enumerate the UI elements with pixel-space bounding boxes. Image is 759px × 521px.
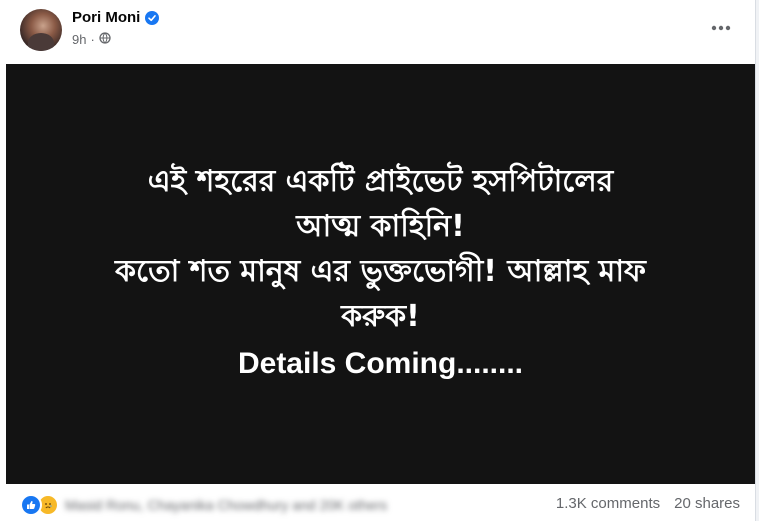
- more-options-icon[interactable]: [707, 16, 735, 40]
- post-image[interactable]: এই শহরের একটি প্রাইভেট হসপিটালের আত্ম কা…: [6, 64, 755, 484]
- image-text-line-4: করুক!: [341, 298, 420, 334]
- like-reaction-icon: [20, 494, 42, 516]
- comments-count[interactable]: 1.3K comments: [556, 495, 660, 512]
- post-time[interactable]: 9h: [72, 32, 86, 47]
- author-name-row: Pori Moni: [72, 9, 160, 26]
- image-text-line-1: এই শহরের একটি প্রাইভেট হসপিটালের: [147, 163, 614, 199]
- post-meta: 9h ·: [72, 32, 111, 47]
- author-name[interactable]: Pori Moni: [72, 9, 140, 26]
- post-image-text: এই শহরের একটি প্রাইভেট হসপিটালের আত্ম কা…: [115, 159, 646, 386]
- meta-separator: ·: [90, 32, 95, 47]
- post-card: Pori Moni 9h · এই শহরের একটি প্রাইভেট হস…: [0, 0, 756, 521]
- reactions-summary[interactable]: Masid Ronu, Chayanika Chowdhury and 20K …: [20, 494, 387, 516]
- image-text-line-2: আত্ম কাহিনি!: [296, 208, 465, 244]
- reactions-names[interactable]: Masid Ronu, Chayanika Chowdhury and 20K …: [65, 497, 387, 513]
- author-avatar[interactable]: [20, 9, 62, 51]
- image-text-line-3: কতো শত মানুষ এর ভুক্তভোগী! আল্লাহ মাফ: [115, 253, 646, 289]
- post-footer: Masid Ronu, Chayanika Chowdhury and 20K …: [0, 484, 755, 521]
- globe-icon[interactable]: [99, 32, 111, 47]
- post-stats: 1.3K comments 20 shares: [556, 495, 740, 512]
- image-text-line-5: Details Coming........: [237, 346, 524, 380]
- verified-badge-icon: [145, 10, 160, 25]
- post-header: Pori Moni 9h ·: [0, 0, 755, 64]
- shares-count[interactable]: 20 shares: [674, 495, 740, 512]
